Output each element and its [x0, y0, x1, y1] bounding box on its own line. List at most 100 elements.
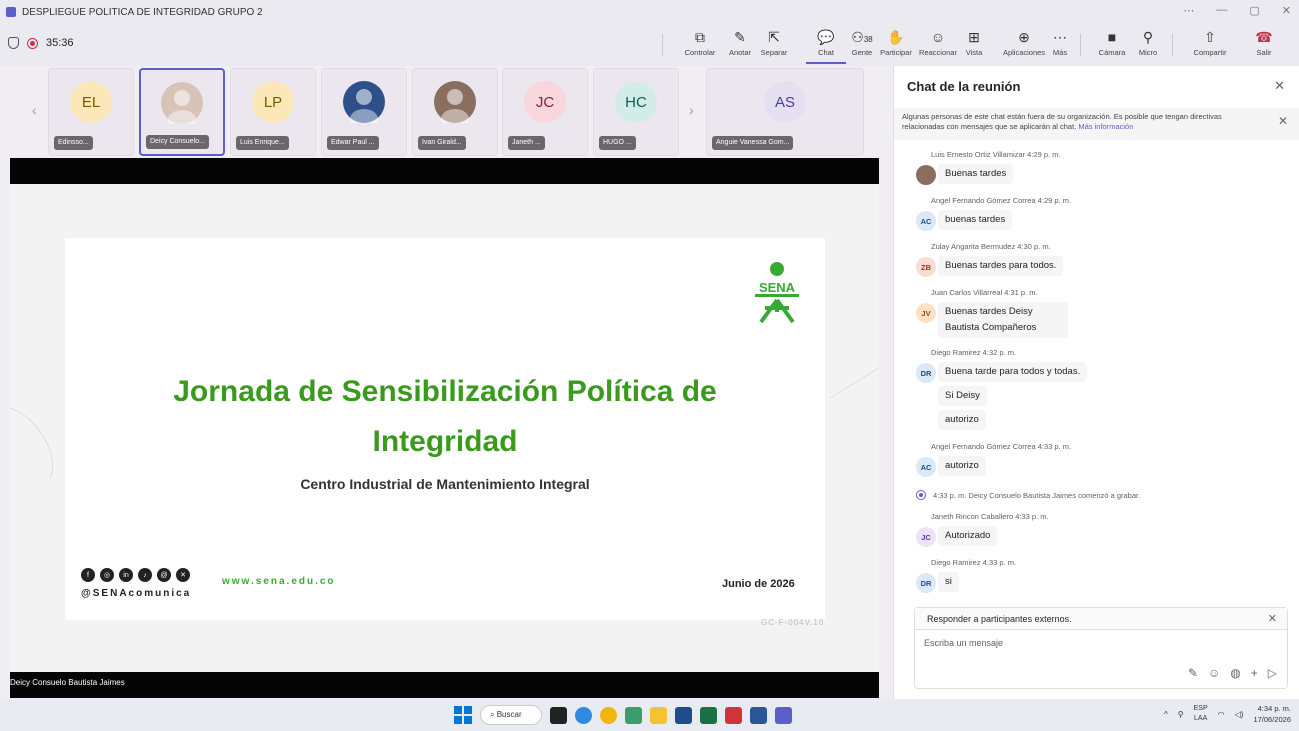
system-tray: ^ ⚲ ESP LAA ◠ ◁) 4:34 p. m. 17/06/2026: [1164, 703, 1291, 725]
chrome-icon[interactable]: [600, 706, 617, 724]
toolbar-separator: [662, 34, 663, 56]
message-meta: Angel Fernando Gómez Correa 4:33 p. m.: [931, 442, 1072, 451]
participant-tile[interactable]: JC Janeth ...: [502, 68, 588, 156]
message-meta: Diego Ramirez 4:33 p. m.: [931, 558, 1017, 567]
toolbar-button-controlar[interactable]: ⧉ Controlar: [680, 28, 720, 57]
sticker-icon[interactable]: ◍: [1230, 666, 1240, 680]
apps-icon: ⊕: [1018, 29, 1030, 45]
toolbar-button-aplicaciones[interactable]: ⊕ Aplicaciones: [1003, 28, 1045, 57]
recording-started-icon: [916, 490, 926, 500]
format-icon[interactable]: ✎: [1188, 666, 1198, 680]
message-meta: Zulay Angarita Bermudez 4:30 p. m.: [931, 242, 1051, 251]
start-icon[interactable]: [454, 706, 472, 724]
threads-icon: @: [157, 568, 171, 582]
emoji-icon[interactable]: ☺: [1208, 666, 1220, 680]
message-meta: Juan Carlos Villarreal 4:31 p. m.: [931, 288, 1038, 297]
add-icon[interactable]: +: [1251, 666, 1258, 680]
shared-screen: SENA Jornada de Sensibilización Política…: [10, 158, 879, 698]
toolbar-button-chat[interactable]: 💬 Chat: [806, 28, 846, 64]
toolbar-button-salir[interactable]: ☎ Salir: [1244, 28, 1284, 57]
volume-icon[interactable]: ◁): [1235, 710, 1244, 719]
participant-name: Anguie Vanessa Gom...: [712, 136, 794, 150]
mic-muted-icon[interactable]: ⚲: [1178, 710, 1184, 719]
more-options-icon[interactable]: ⋯: [1183, 4, 1194, 17]
participant-name: Janeth ...: [508, 136, 545, 150]
toolbar-button-compartir[interactable]: ⇧ Compartir: [1190, 28, 1230, 57]
word-icon[interactable]: [750, 706, 767, 724]
minimize-icon[interactable]: —: [1216, 4, 1227, 17]
presenter-name: Deicy Consuelo Bautista Jaimes: [10, 678, 125, 687]
participant-avatar: EL: [70, 81, 112, 123]
message-input[interactable]: Escriba un mensaje: [924, 638, 1003, 648]
send-icon[interactable]: ▷: [1268, 666, 1277, 680]
more-info-link[interactable]: Más información: [1078, 122, 1133, 131]
message-bubble[interactable]: Si Deisy: [938, 386, 987, 406]
excel-icon[interactable]: [700, 706, 717, 724]
calculator-icon[interactable]: [675, 706, 692, 724]
slide: SENA Jornada de Sensibilización Política…: [65, 238, 825, 627]
toolbar-button-micro[interactable]: ⚲ Micro: [1128, 28, 1168, 57]
control-icon: ⧉: [695, 29, 705, 45]
mic-off-icon: ⚲: [1142, 29, 1154, 45]
chat-title: Chat de la reunión: [907, 79, 1021, 94]
teams-taskbar-icon[interactable]: [775, 706, 792, 724]
clock[interactable]: 4:34 p. m. 17/06/2026: [1253, 703, 1291, 725]
store-icon[interactable]: [625, 706, 642, 724]
chat-panel: Chat de la reunión ✕ Algunas personas de…: [893, 66, 1299, 699]
slide-title-line1: Jornada de Sensibilización Política de: [173, 375, 717, 408]
participant-tile[interactable]: AS Anguie Vanessa Gom...: [706, 68, 864, 156]
close-banner-icon[interactable]: ✕: [1278, 115, 1288, 127]
pdf-icon[interactable]: [725, 706, 742, 724]
participant-tile[interactable]: EL Edinsso...: [48, 68, 134, 156]
toolbar-separator: [1172, 34, 1173, 56]
close-reply-icon[interactable]: ✕: [1268, 612, 1277, 625]
message-meta: Angel Fernando Gómez Correa 4:29 p. m.: [931, 196, 1072, 205]
participant-name: Luis Enrique...: [236, 136, 289, 150]
chevron-right-icon[interactable]: ›: [689, 102, 694, 118]
teams-icon: [6, 7, 16, 17]
social-icons: f ◎ in ♪ @ ✕: [81, 568, 190, 582]
compose-tools: ✎ ☺ ◍ + ▷: [1188, 666, 1277, 680]
close-chat-icon[interactable]: ✕: [1274, 78, 1285, 94]
taskbar-search[interactable]: ⌕ Buscar: [480, 705, 542, 725]
popout-icon: ⇱: [768, 29, 780, 45]
maximize-icon[interactable]: ▢: [1249, 4, 1259, 17]
participant-tile[interactable]: Ivan Girald...: [412, 68, 498, 156]
folder-icon[interactable]: [650, 706, 667, 724]
language-indicator[interactable]: ESP LAA: [1194, 704, 1208, 724]
edge-icon[interactable]: [575, 706, 592, 724]
message-bubble[interactable]: si: [938, 572, 959, 592]
toolbar-button-ms[interactable]: ⋯ Más: [1040, 28, 1080, 57]
task-view-icon[interactable]: [550, 706, 567, 724]
toolbar-button-cmara[interactable]: ■ Cámara: [1092, 28, 1132, 57]
wifi-icon[interactable]: ◠: [1218, 710, 1225, 719]
participant-tile[interactable]: HC HUGO ...: [593, 68, 679, 156]
chevron-up-icon[interactable]: ^: [1164, 710, 1168, 719]
toolbar-button-separar[interactable]: ⇱ Separar: [754, 28, 794, 57]
message-bubble[interactable]: autorizo: [938, 456, 986, 476]
close-window-icon[interactable]: ✕: [1282, 4, 1291, 17]
message-bubble[interactable]: buenas tardes: [938, 210, 1013, 230]
message-bubble[interactable]: autorizo: [938, 410, 986, 430]
toolbar-button-reaccionar[interactable]: ☺ Reaccionar: [918, 28, 958, 57]
toolbar-button-label: Reaccionar: [919, 48, 957, 57]
participant-tile[interactable]: LP Luis Enrique...: [230, 68, 316, 156]
participant-avatar: HC: [615, 81, 657, 123]
participant-avatar: AS: [764, 81, 806, 123]
participant-tile[interactable]: Deicy Consuelo...: [139, 68, 225, 156]
participant-tile[interactable]: Edwar Paul ...: [321, 68, 407, 156]
participant-name: HUGO ...: [599, 136, 636, 150]
message-bubble[interactable]: Buenas tardes para todos.: [938, 256, 1064, 276]
shield-icon: [8, 37, 19, 49]
message-bubble[interactable]: Buenas tardes: [938, 164, 1014, 184]
chevron-left-icon[interactable]: ‹: [32, 102, 37, 118]
message-bubble[interactable]: Buena tarde para todos y todas.: [938, 362, 1088, 382]
compose-box: Responder a participantes externos. ✕ Es…: [914, 607, 1288, 689]
toolbar-button-vista[interactable]: ⊞ Vista: [954, 28, 994, 57]
meeting-timer: 35:36: [46, 37, 74, 49]
meeting-toolbar: 35:36 ⧉ Controlar ✎ Anotar ⇱ Separar 💬 Chat ⚇38 G…: [0, 24, 1299, 66]
message-bubble[interactable]: Buenas tardes Deisy Bautista Compañeros: [938, 302, 1068, 338]
leave-icon: ☎: [1255, 29, 1273, 45]
message-bubble[interactable]: Autorizado: [938, 526, 998, 546]
toolbar-button-participar[interactable]: ✋ Participar: [876, 28, 916, 57]
